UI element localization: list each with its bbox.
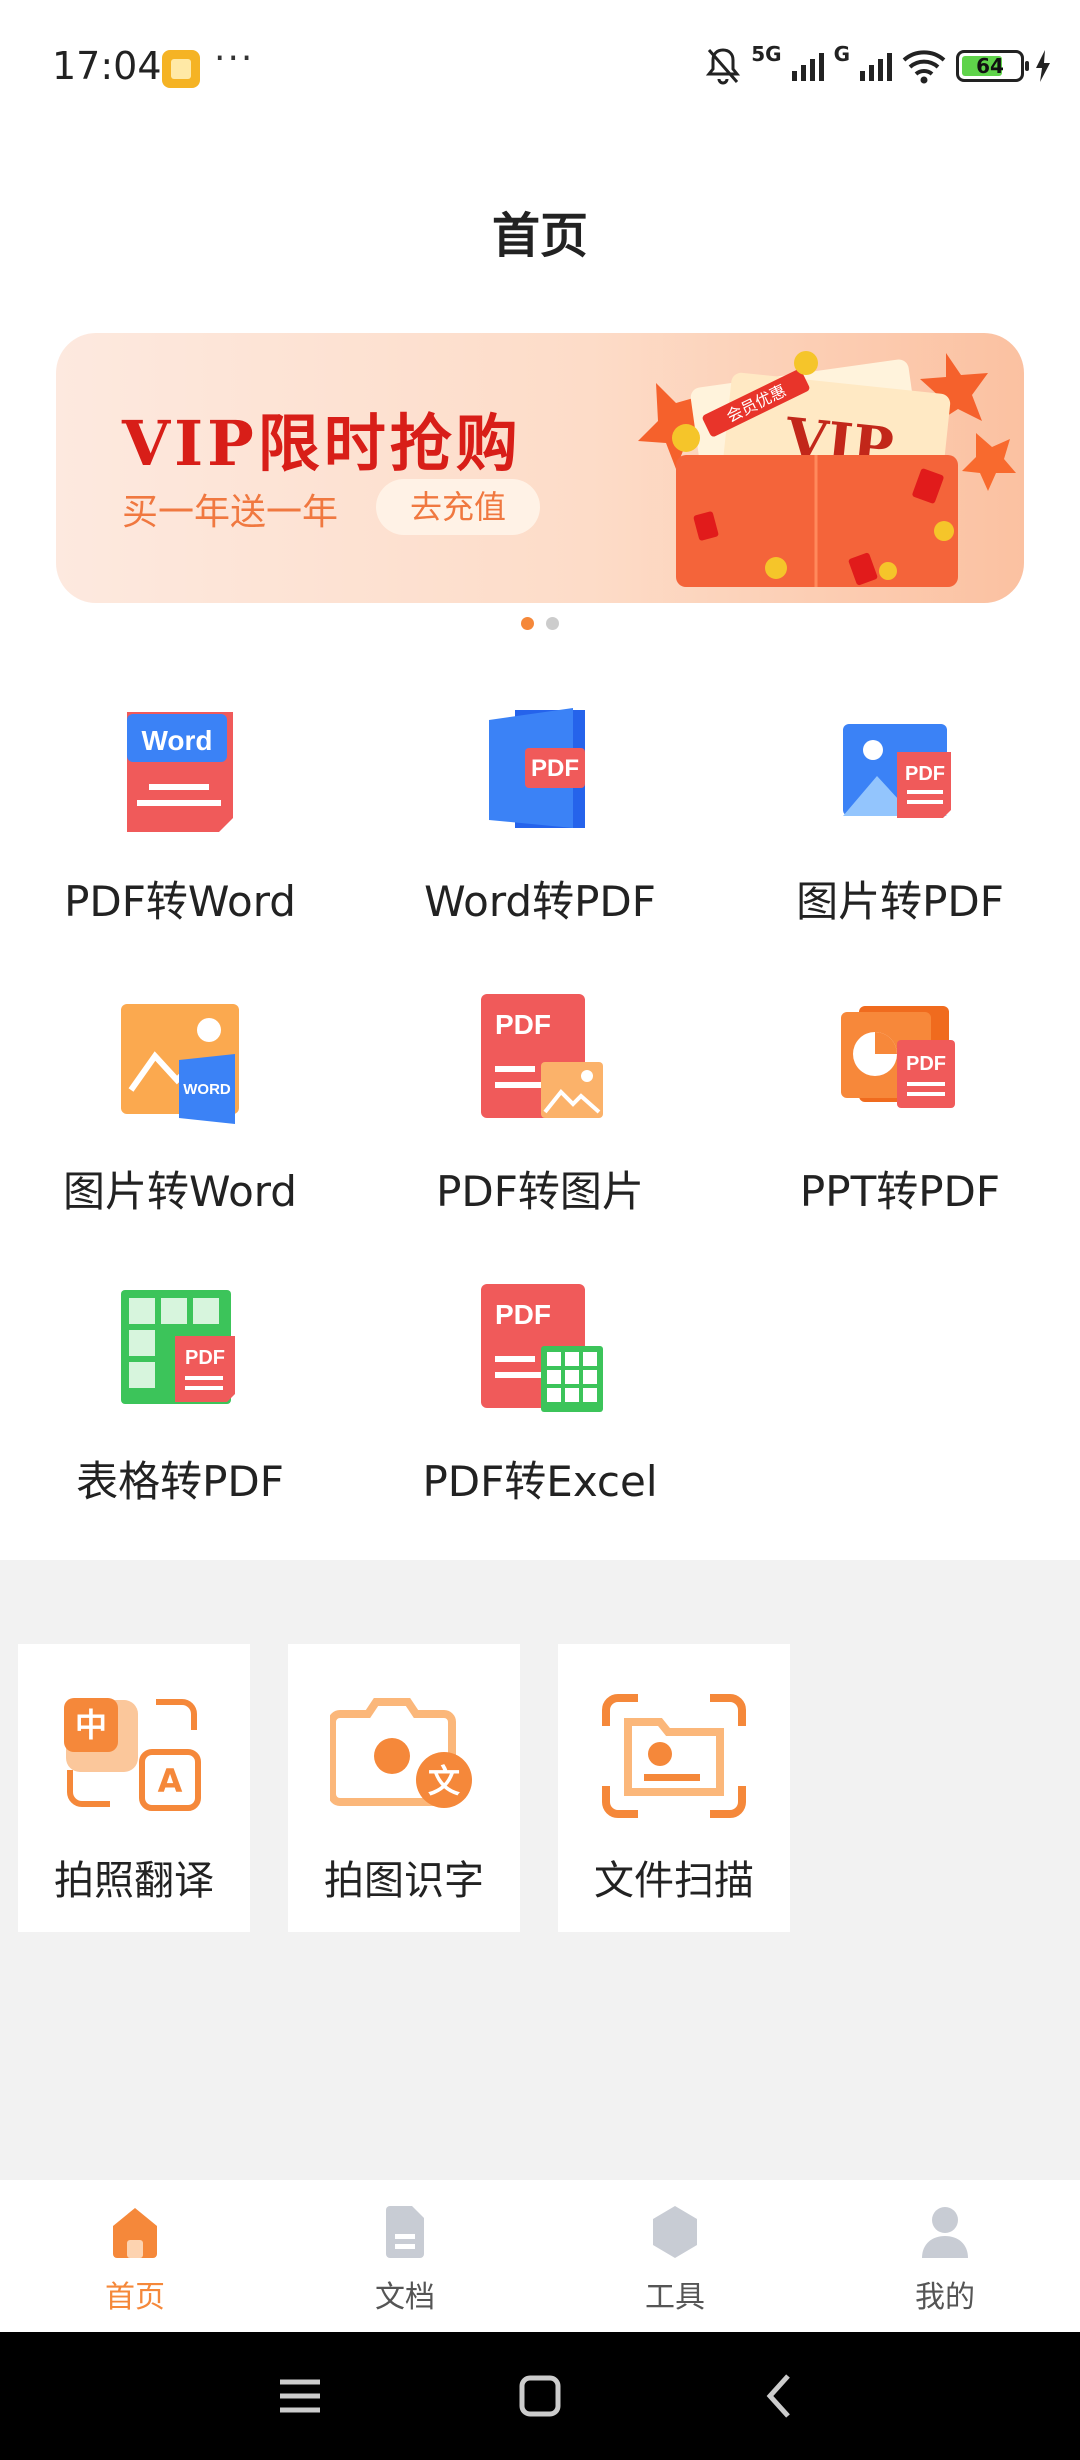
status-bar: 17:04 ··· 5G G 64	[0, 0, 1080, 130]
nav-home[interactable]: 首页	[0, 2180, 270, 2332]
pdf-to-word-item[interactable]: Word PDF转Word	[0, 700, 360, 990]
banner-dot-2[interactable]	[546, 617, 559, 630]
signal-icon-2	[860, 51, 892, 81]
charging-icon	[1036, 50, 1050, 82]
nav-home-label: 首页	[105, 2280, 165, 2315]
pdf-to-word-label: PDF转Word	[64, 877, 296, 926]
word-to-pdf-label: Word转PDF	[424, 877, 656, 926]
home-icon	[113, 2208, 157, 2258]
sheet-to-pdf-item[interactable]: PDF 表格转PDF	[0, 1280, 360, 1570]
image-to-pdf-label: 图片转PDF	[796, 877, 1004, 926]
signal-icon	[791, 51, 824, 81]
wifi-icon	[902, 50, 946, 84]
file-scan-item[interactable]: 文件扫描	[558, 1644, 790, 1932]
home-square-icon[interactable]	[504, 2360, 576, 2432]
pdf-to-image-icon: PDF	[481, 994, 603, 1118]
file-scan-icon	[602, 1694, 746, 1818]
sheet-to-pdf-icon: PDF	[121, 1290, 235, 1404]
image-to-pdf-item[interactable]: PDF 图片转PDF	[720, 700, 1080, 990]
mute-icon	[706, 48, 741, 85]
nav-profile-label: 我的	[915, 2280, 975, 2315]
sheet-to-pdf-badge: PDF	[185, 1347, 225, 1369]
image-to-word-item[interactable]: WORD 图片转Word	[0, 990, 360, 1280]
translate-source-glyph: 中	[75, 1706, 107, 1744]
battery-level: 64	[976, 54, 1004, 78]
image-to-word-icon: WORD	[121, 1004, 239, 1124]
image-to-word-badge: WORD	[183, 1081, 231, 1098]
word-to-pdf-item[interactable]: PDF Word转PDF	[360, 700, 720, 990]
battery-icon: 64	[956, 50, 1029, 82]
page-title: 首页	[491, 208, 588, 264]
pdf-to-image-label: PDF转图片	[436, 1167, 644, 1216]
nav-documents[interactable]: 文档	[270, 2180, 540, 2332]
app-notification-icon	[162, 50, 200, 88]
ppt-to-pdf-item[interactable]: PDF PPT转PDF	[720, 990, 1080, 1280]
ocr-glyph: 文	[428, 1762, 460, 1800]
photo-ocr-icon: 文	[330, 1698, 472, 1808]
banner-dot-1[interactable]	[521, 617, 534, 630]
word-to-pdf-icon: PDF	[489, 708, 585, 828]
photo-ocr-item[interactable]: 文 拍图识字	[288, 1644, 520, 1932]
pdf-to-excel-item[interactable]: PDF PDF转Excel	[360, 1280, 720, 1570]
photo-translate-icon: 中 A	[64, 1698, 201, 1811]
banner-pagination	[0, 617, 1080, 630]
nav-tools-label: 工具	[645, 2280, 705, 2315]
pdf-to-word-icon: Word	[127, 712, 233, 832]
sheet-to-pdf-label: 表格转PDF	[76, 1457, 284, 1506]
banner-title: VIP限时抢购	[122, 407, 522, 480]
document-icon	[386, 2206, 424, 2258]
translate-target-glyph: A	[158, 1762, 183, 1800]
nav-profile[interactable]: 我的	[810, 2180, 1080, 2332]
image-to-word-label: 图片转Word	[63, 1167, 297, 1216]
recharge-button[interactable]: 去充值	[376, 479, 540, 535]
word-to-pdf-badge: PDF	[531, 755, 579, 782]
pdf-to-excel-badge: PDF	[495, 1299, 551, 1330]
image-to-pdf-icon: PDF	[843, 724, 951, 818]
bottom-navigation: 首页 文档 工具 我的	[0, 2180, 1080, 2332]
image-to-pdf-badge: PDF	[905, 763, 945, 785]
vip-promo-banner[interactable]: VIP限时抢购 买一年送一年 去充值 VIP 会员优惠	[56, 333, 1024, 603]
photo-ocr-label: 拍图识字	[324, 1858, 484, 1904]
pdf-to-word-badge: Word	[141, 725, 212, 756]
vip-gift-box-icon: VIP 会员优惠	[638, 351, 1016, 587]
ppt-to-pdf-label: PPT转PDF	[799, 1167, 1001, 1216]
status-time: 17:04	[52, 44, 162, 88]
nav-documents-label: 文档	[375, 2280, 435, 2315]
tools-icon	[653, 2206, 697, 2258]
file-scan-label: 文件扫描	[594, 1858, 754, 1904]
network-type-1: 5G	[751, 42, 782, 66]
pdf-to-excel-label: PDF转Excel	[422, 1457, 658, 1506]
pdf-to-excel-icon: PDF	[481, 1284, 603, 1412]
more-notifications-icon: ···	[214, 38, 255, 79]
profile-icon	[922, 2207, 968, 2258]
ppt-to-pdf-badge: PDF	[906, 1053, 946, 1075]
ppt-to-pdf-icon: PDF	[841, 1006, 955, 1108]
menu-icon[interactable]	[264, 2360, 336, 2432]
system-navigation-bar	[0, 2332, 1080, 2460]
nav-tools[interactable]: 工具	[540, 2180, 810, 2332]
banner-subtitle: 买一年送一年	[122, 492, 339, 533]
pdf-to-image-badge: PDF	[495, 1009, 551, 1040]
network-type-2: G	[833, 42, 850, 66]
photo-translate-item[interactable]: 中 A 拍照翻译	[18, 1644, 250, 1932]
photo-translate-label: 拍照翻译	[54, 1858, 214, 1904]
back-icon[interactable]	[744, 2360, 816, 2432]
pdf-to-image-item[interactable]: PDF PDF转图片	[360, 990, 720, 1280]
